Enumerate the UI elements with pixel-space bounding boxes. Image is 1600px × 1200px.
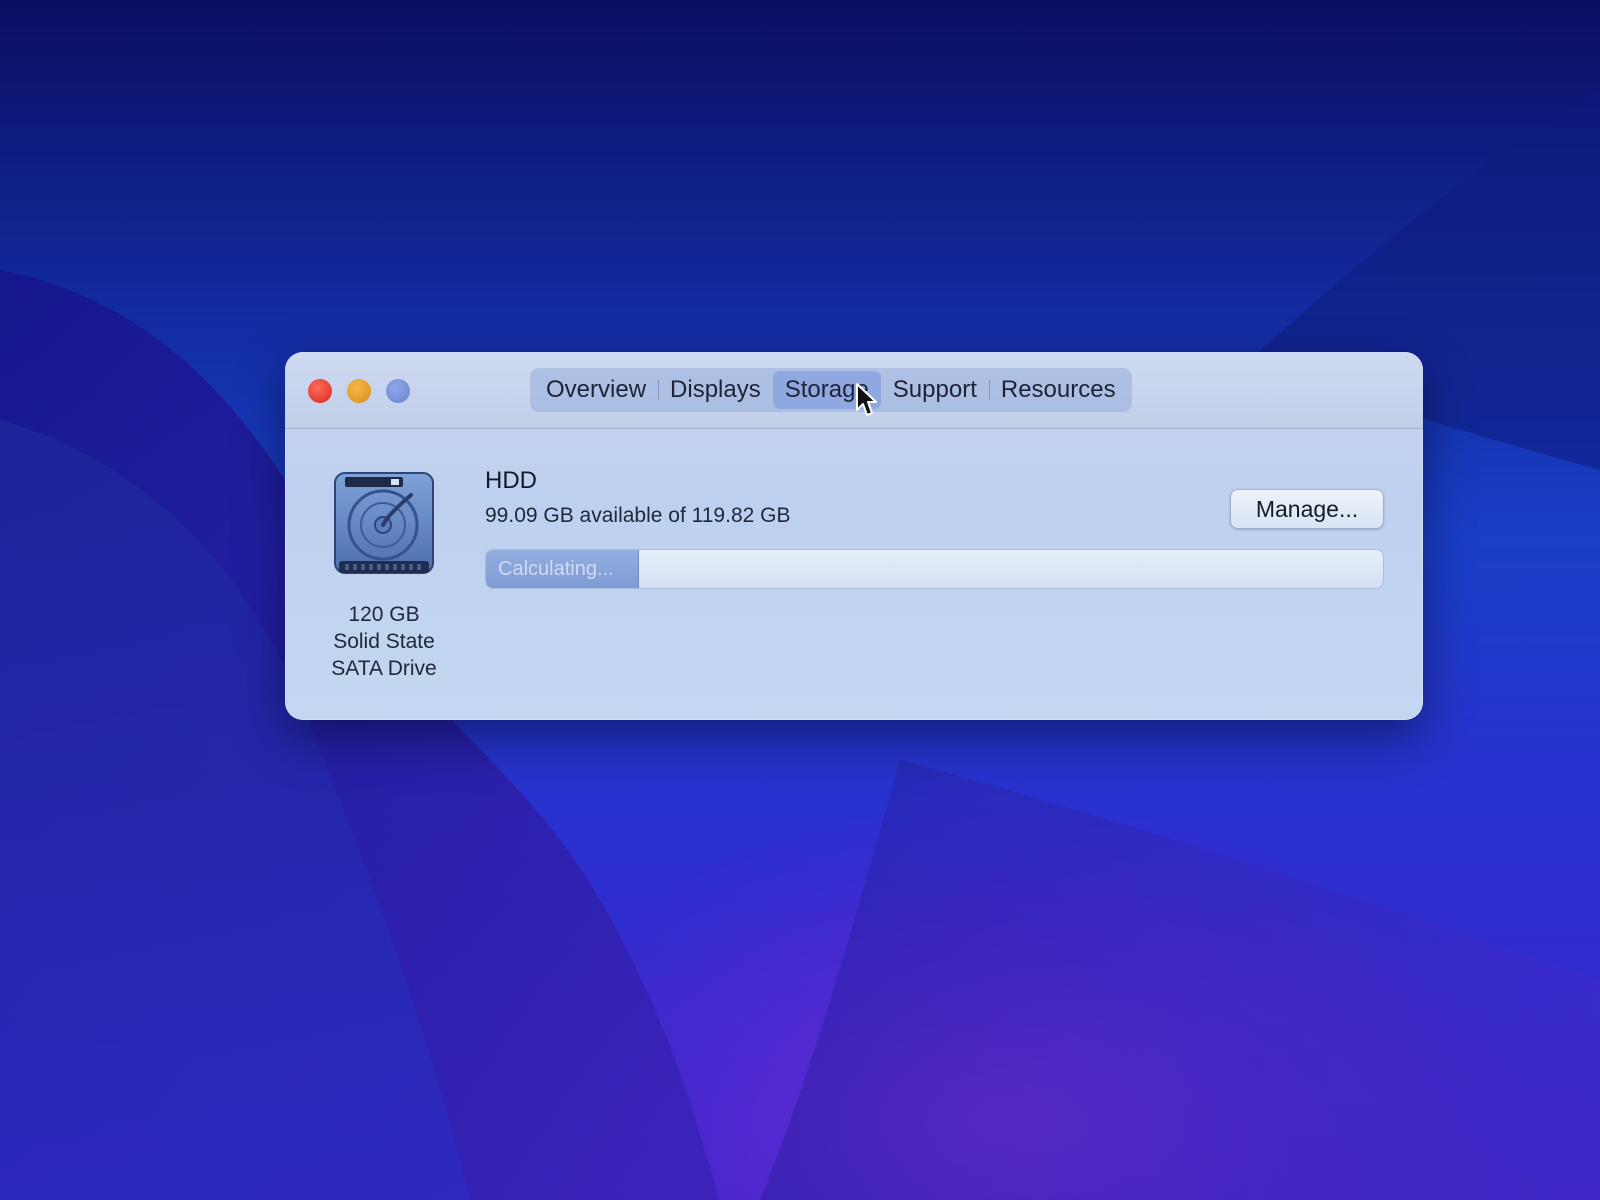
zoom-window-button[interactable] — [386, 379, 410, 403]
storage-usage-bar: Calculating... — [485, 549, 1384, 589]
tab-resources[interactable]: Resources — [988, 371, 1128, 409]
disk-description: 120 GB Solid State SATA Drive — [305, 601, 463, 682]
tab-support[interactable]: Support — [881, 371, 989, 409]
tab-overview[interactable]: Overview — [534, 371, 658, 409]
hard-drive-icon — [334, 472, 434, 574]
close-window-button[interactable] — [308, 379, 332, 403]
minimize-window-button[interactable] — [347, 379, 371, 403]
about-this-mac-window: Overview Displays Storage Support Resour… — [285, 352, 1423, 720]
title-bar: Overview Displays Storage Support Resour… — [285, 352, 1423, 429]
disk-type-line-2: SATA Drive — [331, 657, 437, 680]
disk-type-line-1: Solid State — [333, 630, 435, 653]
storage-panel: 120 GB Solid State SATA Drive HDD 99.09 … — [285, 429, 1423, 720]
volume-name: HDD — [485, 467, 537, 494]
tab-displays[interactable]: Displays — [658, 371, 773, 409]
volume-availability: 99.09 GB available of 119.82 GB — [485, 504, 791, 527]
mouse-pointer-icon — [856, 383, 877, 416]
disk-capacity: 120 GB — [348, 603, 420, 626]
manage-button[interactable]: Manage... — [1230, 489, 1384, 529]
tab-bar: Overview Displays Storage Support Resour… — [530, 368, 1132, 412]
storage-status-text: Calculating... — [498, 558, 614, 580]
